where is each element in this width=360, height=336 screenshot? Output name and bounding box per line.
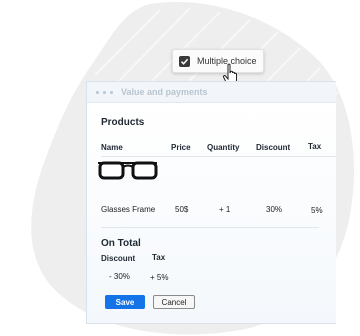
column-quantity: Quantity [207, 143, 240, 152]
column-price: Price [171, 143, 191, 152]
glasses-icon [98, 161, 158, 180]
window-controls[interactable] [96, 90, 113, 94]
multiple-choice-toggle[interactable]: Multiple choice [172, 49, 264, 73]
column-discount: Discount [256, 143, 291, 152]
value-payments-window: Value and payments Products Name Price Q… [86, 81, 336, 324]
save-button[interactable]: Save [105, 295, 145, 309]
total-column-tax: Tax [152, 253, 166, 262]
product-quantity[interactable]: + 1 [219, 205, 230, 214]
window-content: Products Name Price Quantity Discount Ta… [87, 104, 336, 323]
total-discount-value: - 30% [109, 272, 130, 281]
column-tax: Tax [308, 142, 322, 151]
section-divider [101, 227, 319, 228]
products-heading: Products [101, 117, 145, 128]
checkbox-checked-icon[interactable] [179, 55, 190, 67]
cancel-button[interactable]: Cancel [153, 295, 195, 309]
window-title: Value and payments [121, 87, 208, 97]
product-price: 50$ [175, 205, 189, 214]
total-tax-value: + 5% [150, 273, 169, 282]
header-divider [101, 156, 336, 157]
window-titlebar: Value and payments [87, 82, 336, 103]
product-tax: 5% [311, 206, 323, 215]
on-total-heading: On Total [101, 238, 141, 249]
total-column-discount: Discount [101, 254, 136, 263]
product-name: Glasses Frame [101, 205, 156, 214]
product-discount: 30% [266, 205, 283, 214]
column-name: Name [101, 143, 123, 152]
